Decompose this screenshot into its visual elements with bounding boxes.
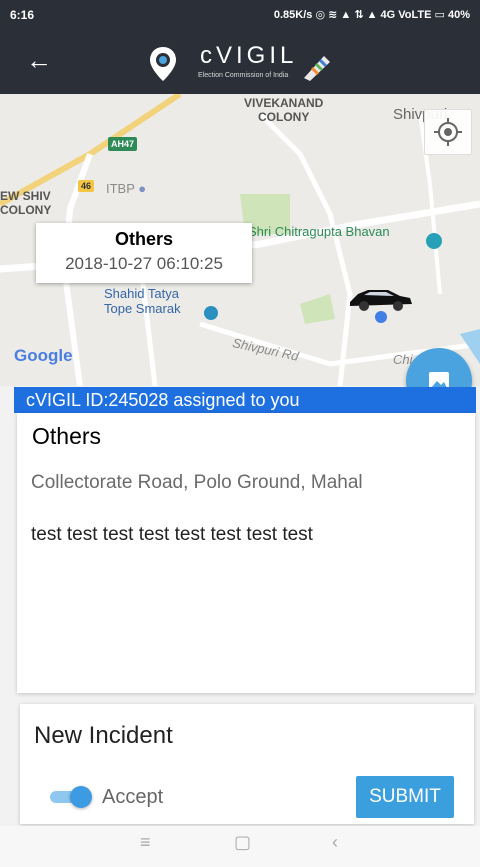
accept-label: Accept: [102, 786, 164, 808]
assignment-banner: cVIGIL ID:245028 assigned to you: [14, 387, 476, 413]
back-arrow-icon[interactable]: ←: [26, 47, 52, 73]
current-location-dot: [375, 311, 387, 323]
area-label-vivekanand: VIVEKANAND COLONY: [244, 96, 324, 124]
status-bar: 6:16 0.85K/s ◎ ≋ ▲ ⇅ ▲ 4G VoLTE ▭ 40%: [0, 0, 480, 30]
incident-description: test test test test test test test test: [31, 524, 313, 545]
app-subtitle: Election Commission of India: [198, 72, 289, 79]
poi-shahid-tatya: Shahid Tatya Tope Smarak: [104, 286, 181, 316]
road-badge-ah47: AH47: [108, 137, 138, 151]
area-label-ew-shiv: EW SHIV COLONY: [0, 189, 52, 217]
poi-marker-icon: ●: [138, 181, 147, 196]
map-view[interactable]: VIVEKANAND COLONY Shivpuri EW SHIV COLON…: [0, 94, 480, 386]
menu-icon[interactable]: ≡: [140, 832, 151, 853]
google-attribution: Google: [14, 346, 73, 365]
new-incident-card: New Incident Accept SUBMIT: [20, 704, 474, 824]
poi-marker-icon: [426, 233, 442, 249]
toggle-knob: [70, 786, 92, 808]
poi-marker-icon: [204, 306, 218, 320]
status-indicators: 0.85K/s ◎ ≋ ▲ ⇅ ▲ 4G VoLTE ▭ 40%: [273, 9, 470, 21]
incident-card: Others Collectorate Road, Polo Ground, M…: [17, 413, 475, 693]
submit-button[interactable]: SUBMIT: [356, 776, 454, 818]
inked-finger-icon: [304, 56, 330, 81]
home-icon[interactable]: ▢: [234, 832, 251, 853]
car-icon: [350, 290, 412, 311]
incident-address: Collectorate Road, Polo Ground, Mahal: [31, 472, 363, 493]
road-badge-46: 46: [78, 180, 95, 192]
poi-itbp: ITBP ●: [106, 181, 147, 196]
location-pin-icon: [150, 47, 176, 81]
gps-target-icon: [434, 118, 462, 146]
new-incident-heading: New Incident: [34, 722, 173, 749]
map-info-window[interactable]: Others 2018-10-27 06:10:25: [36, 223, 252, 283]
poi-chitragupta: Shri Chitragupta Bhavan: [248, 224, 390, 239]
info-window-timestamp: 2018-10-27 06:10:25: [65, 254, 223, 273]
app-title: cVIGIL: [200, 42, 298, 69]
back-nav-icon[interactable]: ‹: [332, 832, 338, 853]
info-window-title: Others: [114, 229, 174, 249]
incident-category: Others: [32, 423, 102, 449]
system-nav-bar: ≡ ▢ ‹: [0, 826, 480, 867]
locate-me-button[interactable]: [424, 109, 472, 155]
accept-toggle[interactable]: [50, 786, 92, 808]
app-logo: cVIGIL Election Commission of India: [148, 42, 338, 86]
status-time: 6:16: [10, 8, 35, 22]
app-bar: ← cVIGIL Election Commission of India: [0, 30, 480, 94]
